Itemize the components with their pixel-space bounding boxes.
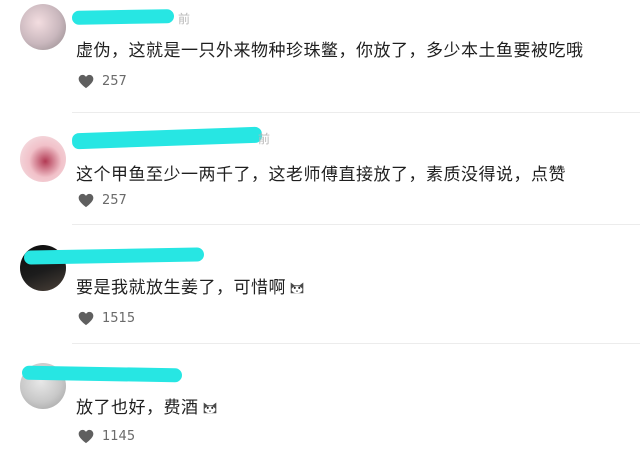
avatar[interactable] xyxy=(20,4,66,50)
like-button[interactable]: 1515 xyxy=(78,309,135,327)
like-count: 257 xyxy=(102,192,127,208)
heart-icon xyxy=(78,311,94,325)
comment-text-body: 放了也好，费酒 xyxy=(76,398,199,418)
heart-icon xyxy=(78,429,94,443)
comment-text-body: 要是我就放生姜了，可惜啊 xyxy=(76,278,286,298)
like-button[interactable]: 257 xyxy=(78,191,127,209)
comment-item: 前 这个甲鱼至少一两千了，这老师傅直接放了，素质没得说，点赞 257 xyxy=(0,120,640,230)
like-button[interactable]: 257 xyxy=(78,72,127,90)
cat-face-icon xyxy=(203,402,216,414)
comment-item: 要是我就放生姜了，可惜啊 1515 xyxy=(0,235,640,345)
comment-text: 这个甲鱼至少一两千了，这老师傅直接放了，素质没得说，点赞 xyxy=(76,165,566,185)
username[interactable] xyxy=(71,8,192,28)
avatar[interactable] xyxy=(20,136,66,182)
like-count: 257 xyxy=(102,73,127,89)
like-count: 1145 xyxy=(102,428,136,444)
like-count: 1515 xyxy=(102,310,136,326)
comment-text: 要是我就放生姜了，可惜啊 xyxy=(76,273,306,298)
comment-item: 放了也好，费酒 1145 xyxy=(0,355,640,451)
username[interactable] xyxy=(71,124,272,150)
comment-meta: 前 xyxy=(178,12,191,26)
comment-meta: 前 xyxy=(258,132,271,146)
comment-text: 虚伪，这就是一只外来物种珍珠鳖，你放了，多少本土鱼要被吃哦 xyxy=(76,41,584,61)
username[interactable] xyxy=(21,361,192,383)
heart-icon xyxy=(78,193,94,207)
like-button[interactable]: 1145 xyxy=(78,427,135,445)
cat-face-icon xyxy=(290,282,304,294)
heart-icon xyxy=(78,74,94,88)
comment-item: 前 虚伪，这就是一只外来物种珍珠鳖，你放了，多少本土鱼要被吃哦 257 xyxy=(0,0,640,113)
divider xyxy=(72,224,640,225)
comment-text: 放了也好，费酒 xyxy=(76,393,219,418)
username[interactable] xyxy=(23,241,212,265)
divider xyxy=(72,112,640,113)
divider xyxy=(72,343,640,344)
